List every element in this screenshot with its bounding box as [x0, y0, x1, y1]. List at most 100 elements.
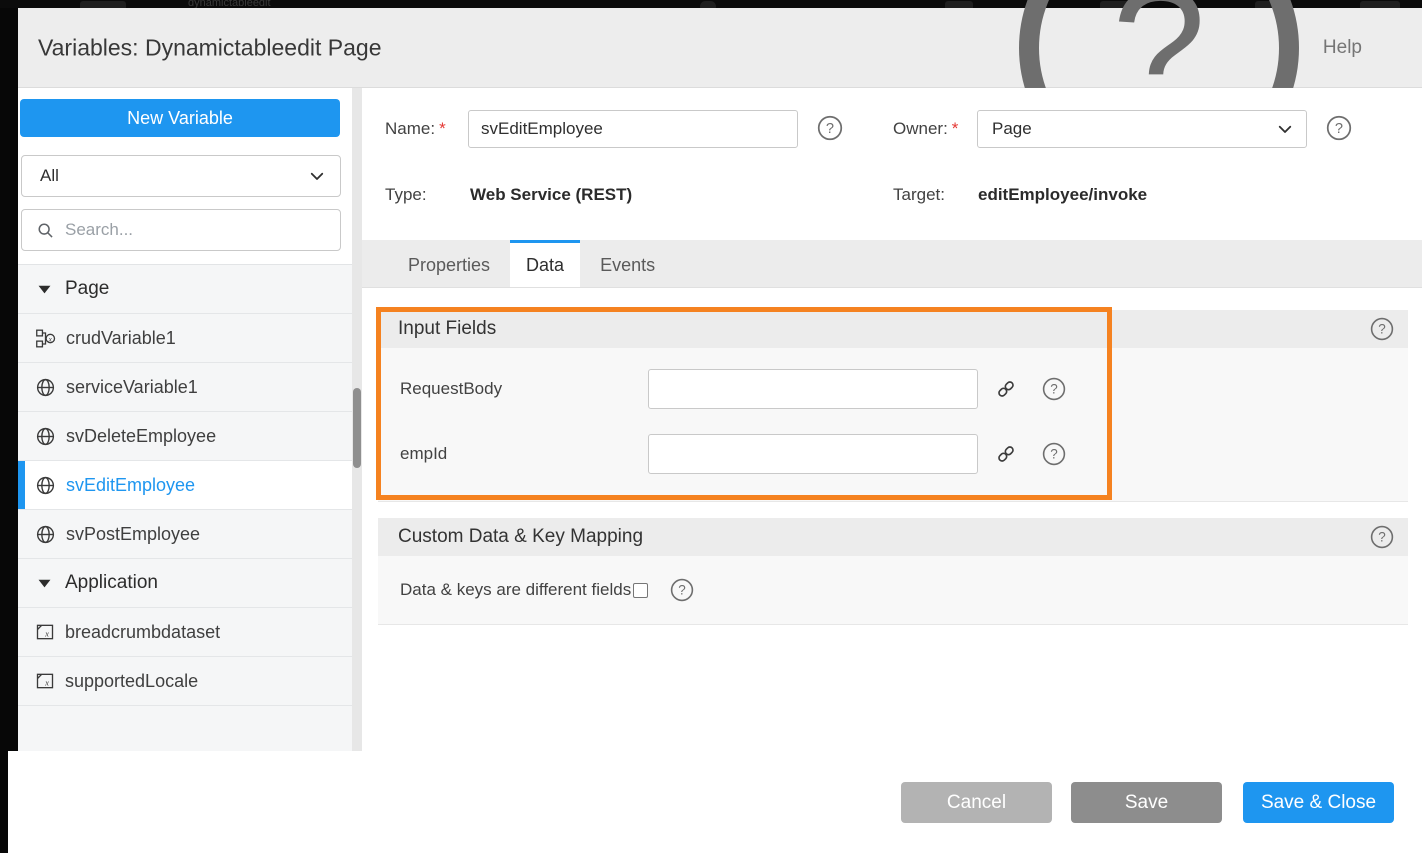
input-field-label: empId — [400, 444, 648, 464]
input-fields-section: Input Fields ? RequestBody?empId? — [378, 310, 1408, 502]
web-service-variable-icon — [35, 524, 56, 545]
triangle-down-icon — [38, 578, 51, 589]
dialog-header: Variables: Dynamictableedit Page ? Help — [18, 8, 1422, 88]
filter-selected-value: All — [40, 166, 308, 186]
crud-variable-icon: x — [35, 328, 56, 349]
custom-mapping-title: Custom Data & Key Mapping — [398, 526, 643, 548]
background-fragment — [80, 1, 126, 8]
svg-text:?: ? — [1378, 530, 1386, 545]
new-variable-button[interactable]: New Variable — [20, 99, 340, 137]
sidebar-scrollbar[interactable] — [352, 88, 362, 751]
search-icon — [36, 221, 55, 240]
svg-text:x: x — [44, 677, 49, 687]
save-button[interactable]: Save — [1071, 782, 1222, 823]
input-field-value-RequestBody[interactable] — [648, 369, 978, 409]
background-fragment — [945, 1, 973, 8]
svg-text:?: ? — [1378, 322, 1386, 337]
bind-link-icon[interactable] — [994, 377, 1018, 401]
group-label: Application — [65, 572, 158, 594]
scrollbar-thumb[interactable] — [353, 388, 361, 468]
dialog-body: New Variable All Page x crudVariable1 servi… — [18, 88, 1422, 751]
variable-item-svPostEmployee[interactable]: svPostEmployee — [18, 510, 352, 559]
triangle-down-icon — [38, 284, 51, 295]
svg-text:?: ? — [1050, 446, 1058, 461]
different-fields-checkbox[interactable] — [633, 583, 648, 598]
input-field-label: RequestBody — [400, 379, 648, 399]
tab-events[interactable]: Events — [584, 240, 671, 287]
custom-mapping-section: Custom Data & Key Mapping ? Data & keys … — [378, 518, 1408, 625]
variable-item-svDeleteEmployee[interactable]: svDeleteEmployee — [18, 412, 352, 461]
different-fields-help-icon[interactable]: ? — [670, 578, 694, 602]
name-input[interactable] — [468, 110, 798, 148]
chevron-down-icon — [308, 167, 326, 185]
variable-item-serviceVariable1[interactable]: serviceVariable1 — [18, 363, 352, 412]
input-fields-title: Input Fields — [398, 318, 496, 340]
tab-bar: PropertiesDataEvents — [362, 240, 1422, 288]
model-variable-icon: x — [35, 622, 55, 642]
variable-search — [21, 209, 341, 251]
variable-detail-panel: Name:* ? Owner:* Page ? Type: Web Servic… — [362, 88, 1422, 751]
svg-text:?: ? — [678, 583, 686, 598]
variable-item-label: svPostEmployee — [66, 524, 200, 545]
input-field-row-RequestBody: RequestBody? — [378, 356, 1408, 421]
target-value: editEmployee/invoke — [978, 185, 1147, 205]
variable-item-supportedLocale[interactable]: x supportedLocale — [18, 657, 352, 706]
variable-item-svEditEmployee[interactable]: svEditEmployee — [18, 461, 352, 510]
help-label: Help — [1323, 37, 1362, 59]
bind-link-icon[interactable] — [994, 442, 1018, 466]
cancel-button[interactable]: Cancel — [901, 782, 1052, 823]
svg-text:?: ? — [1050, 381, 1058, 396]
tab-data[interactable]: Data — [510, 240, 580, 287]
variable-item-label: breadcrumbdataset — [65, 622, 220, 643]
variable-item-label: crudVariable1 — [66, 328, 176, 349]
web-service-variable-icon — [35, 377, 56, 398]
target-label: Target: — [893, 185, 945, 205]
svg-text:x: x — [48, 334, 53, 343]
variable-item-breadcrumbdataset[interactable]: x breadcrumbdataset — [18, 608, 352, 657]
input-field-value-empId[interactable] — [648, 434, 978, 474]
custom-mapping-header: Custom Data & Key Mapping ? — [378, 518, 1408, 556]
group-header-page[interactable]: Page — [18, 265, 352, 314]
type-label: Type: — [385, 185, 427, 205]
variable-item-label: serviceVariable1 — [66, 377, 198, 398]
variable-item-label: supportedLocale — [65, 671, 198, 692]
custom-mapping-body: Data & keys are different fields ? — [378, 556, 1408, 625]
field-help-icon[interactable]: ? — [1042, 442, 1066, 466]
group-label: Page — [65, 278, 109, 300]
model-variable-icon: x — [35, 671, 55, 691]
input-fields-body: RequestBody?empId? — [378, 348, 1408, 502]
save-and-close-button[interactable]: Save & Close — [1243, 782, 1394, 823]
custom-mapping-help-icon[interactable]: ? — [1370, 525, 1394, 549]
svg-text:?: ? — [1335, 121, 1343, 137]
background-clipped-text: dynamictableedit — [188, 0, 271, 8]
different-fields-label: Data & keys are different fields — [400, 580, 631, 600]
input-fields-header: Input Fields ? — [378, 310, 1408, 348]
background-fragment — [700, 1, 716, 8]
group-header-application[interactable]: Application — [18, 559, 352, 608]
variables-sidebar: New Variable All Page x crudVariable1 servi… — [18, 88, 352, 751]
name-label: Name:* — [385, 119, 446, 139]
dialog-footer: Cancel Save Save & Close — [8, 751, 1422, 853]
required-marker: * — [952, 119, 959, 138]
variable-filter-select[interactable]: All — [21, 155, 341, 197]
screen: dynamictableedit Variables: Dynamictable… — [0, 0, 1422, 853]
input-fields-help-icon[interactable]: ? — [1370, 317, 1394, 341]
search-input[interactable] — [65, 220, 330, 240]
dialog-title: Variables: Dynamictableedit Page — [38, 34, 381, 61]
chevron-down-icon — [1276, 120, 1294, 138]
name-help-icon[interactable]: ? — [817, 115, 843, 141]
tab-properties[interactable]: Properties — [392, 240, 506, 287]
variable-item-crudVariable1[interactable]: x crudVariable1 — [18, 314, 352, 363]
svg-text:x: x — [44, 628, 49, 638]
field-help-icon[interactable]: ? — [1042, 377, 1066, 401]
web-service-variable-icon — [35, 426, 56, 447]
variable-item-label: svEditEmployee — [66, 475, 195, 496]
svg-text:?: ? — [826, 121, 834, 137]
required-marker: * — [439, 119, 446, 138]
owner-help-icon[interactable]: ? — [1326, 115, 1352, 141]
owner-select[interactable]: Page — [977, 110, 1307, 148]
type-value: Web Service (REST) — [470, 185, 632, 205]
variable-list: Page x crudVariable1 serviceVariable1 svDele… — [18, 264, 352, 751]
input-field-row-empId: empId? — [378, 421, 1408, 486]
variable-item-label: svDeleteEmployee — [66, 426, 216, 447]
